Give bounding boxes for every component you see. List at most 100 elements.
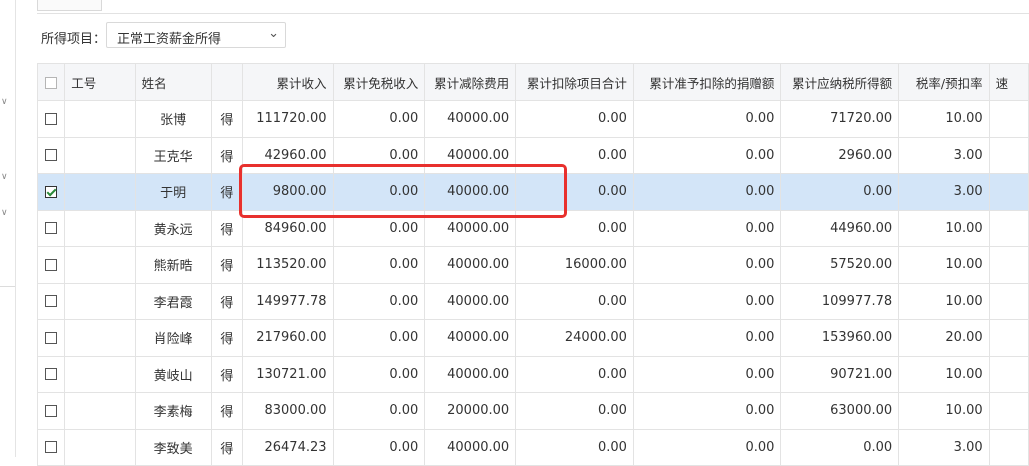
chevron-down-icon[interactable]: ∨ — [1, 97, 8, 107]
select-all-cell[interactable] — [36, 63, 66, 101]
row-checkbox[interactable] — [45, 222, 58, 235]
cell-income[interactable]: 217960.00 — [241, 319, 334, 357]
cell-id[interactable] — [64, 209, 136, 247]
cell-rate[interactable]: 3.00 — [898, 428, 990, 466]
col-header-special-total[interactable]: 累计扣除项目合计 — [515, 63, 634, 101]
cell-taxable[interactable]: 57520.00 — [780, 246, 900, 284]
row-select-cell[interactable] — [36, 428, 66, 466]
row-select-cell[interactable] — [36, 209, 66, 247]
cell-id[interactable] — [64, 319, 136, 357]
cell-donation[interactable]: 0.00 — [632, 209, 782, 247]
row-checkbox[interactable] — [45, 441, 58, 454]
cell-quick[interactable] — [988, 209, 1029, 247]
row-checkbox[interactable] — [45, 112, 58, 125]
cell-taxable[interactable]: 44960.00 — [780, 209, 900, 247]
cell-action[interactable]: 得 — [210, 392, 243, 430]
cell-action[interactable]: 得 — [210, 246, 243, 284]
col-header-donation[interactable]: 累计准予扣除的捐赠额 — [632, 63, 782, 101]
cell-special-total[interactable]: 0.00 — [515, 428, 634, 466]
table-row[interactable]: 黄岐山得 130721.00 0.00 40000.00 0.00 0.00 90721.0… — [36, 355, 1029, 393]
cell-name[interactable]: 于明 — [134, 173, 212, 211]
cell-name[interactable]: 李君霞 — [134, 282, 212, 320]
cell-deduction-fee[interactable]: 40000.00 — [424, 173, 517, 211]
cell-special-total[interactable]: 0.00 — [515, 173, 634, 211]
cell-income[interactable]: 111720.00 — [241, 100, 334, 138]
row-select-cell[interactable] — [36, 319, 66, 357]
cell-deduction-fee[interactable]: 40000.00 — [424, 355, 517, 393]
cell-income[interactable]: 130721.00 — [241, 355, 334, 393]
col-header-name[interactable]: 姓名 — [134, 63, 212, 101]
cell-taxable[interactable]: 0.00 — [780, 428, 900, 466]
cell-income[interactable]: 83000.00 — [241, 392, 334, 430]
cell-tax-free[interactable]: 0.00 — [332, 100, 426, 138]
cell-donation[interactable]: 0.00 — [632, 246, 782, 284]
cell-id[interactable] — [64, 246, 136, 284]
row-select-cell[interactable] — [36, 392, 66, 430]
cell-tax-free[interactable]: 0.00 — [332, 136, 426, 174]
cell-income[interactable]: 9800.00 — [241, 173, 334, 211]
table-row[interactable]: 于明得 9800.00 0.00 40000.00 0.00 0.00 0.00 3.00 — [36, 173, 1029, 211]
row-select-cell[interactable] — [36, 136, 66, 174]
cell-name[interactable]: 王克华 — [134, 136, 212, 174]
cell-tax-free[interactable]: 0.00 — [332, 282, 426, 320]
cell-rate[interactable]: 10.00 — [898, 355, 990, 393]
row-checkbox[interactable] — [45, 404, 58, 417]
row-checkbox[interactable] — [45, 185, 58, 198]
cell-rate[interactable]: 10.00 — [898, 392, 990, 430]
row-checkbox[interactable] — [45, 258, 58, 271]
cell-action[interactable]: 得 — [210, 282, 243, 320]
cell-name[interactable]: 熊新晧 — [134, 246, 212, 284]
cell-deduction-fee[interactable]: 40000.00 — [424, 100, 517, 138]
cell-tax-free[interactable]: 0.00 — [332, 209, 426, 247]
cell-taxable[interactable]: 0.00 — [780, 173, 900, 211]
cell-donation[interactable]: 0.00 — [632, 355, 782, 393]
cell-special-total[interactable]: 0.00 — [515, 100, 634, 138]
cell-income[interactable]: 113520.00 — [241, 246, 334, 284]
cell-rate[interactable]: 3.00 — [898, 136, 990, 174]
cell-quick[interactable] — [988, 428, 1029, 466]
cell-tax-free[interactable]: 0.00 — [332, 173, 426, 211]
table-row[interactable]: 张博得 111720.00 0.00 40000.00 0.00 0.00 71720.00… — [36, 100, 1029, 138]
cell-name[interactable]: 黄永远 — [134, 209, 212, 247]
cell-quick[interactable] — [988, 246, 1029, 284]
col-header-quick[interactable]: 速 — [988, 63, 1029, 101]
col-header-income[interactable]: 累计收入 — [241, 63, 334, 101]
row-select-cell[interactable] — [36, 355, 66, 393]
cell-donation[interactable]: 0.00 — [632, 392, 782, 430]
chevron-down-icon[interactable]: ∨ — [1, 208, 8, 218]
cell-quick[interactable] — [988, 355, 1029, 393]
row-select-cell[interactable] — [36, 246, 66, 284]
cell-deduction-fee[interactable]: 40000.00 — [424, 282, 517, 320]
cell-taxable[interactable]: 71720.00 — [780, 100, 900, 138]
cell-special-total[interactable]: 0.00 — [515, 355, 634, 393]
cell-deduction-fee[interactable]: 40000.00 — [424, 246, 517, 284]
cell-action[interactable]: 得 — [210, 428, 243, 466]
col-header-taxable[interactable]: 累计应纳税所得额 — [780, 63, 900, 101]
cell-rate[interactable]: 20.00 — [898, 319, 990, 357]
cell-special-total[interactable]: 0.00 — [515, 209, 634, 247]
cell-donation[interactable]: 0.00 — [632, 428, 782, 466]
cell-name[interactable]: 黄岐山 — [134, 355, 212, 393]
cell-action[interactable]: 得 — [210, 209, 243, 247]
col-header-id[interactable]: 工号 — [64, 63, 136, 101]
row-select-cell[interactable] — [36, 282, 66, 320]
cell-income[interactable]: 84960.00 — [241, 209, 334, 247]
cell-id[interactable] — [64, 355, 136, 393]
cell-quick[interactable] — [988, 282, 1029, 320]
cell-rate[interactable]: 10.00 — [898, 209, 990, 247]
row-select-cell[interactable] — [36, 173, 66, 211]
cell-deduction-fee[interactable]: 40000.00 — [424, 209, 517, 247]
cell-income[interactable]: 149977.78 — [241, 282, 334, 320]
row-checkbox[interactable] — [45, 295, 58, 308]
cell-action[interactable]: 得 — [210, 355, 243, 393]
cell-tax-free[interactable]: 0.00 — [332, 392, 426, 430]
cell-id[interactable] — [64, 173, 136, 211]
row-checkbox[interactable] — [45, 149, 58, 162]
row-checkbox[interactable] — [45, 331, 58, 344]
table-row[interactable]: 李君霞得 149977.78 0.00 40000.00 0.00 0.00 109977.… — [36, 282, 1029, 320]
chevron-down-icon[interactable]: ∨ — [1, 172, 8, 182]
cell-special-total[interactable]: 0.00 — [515, 136, 634, 174]
cell-tax-free[interactable]: 0.00 — [332, 428, 426, 466]
cell-rate[interactable]: 10.00 — [898, 282, 990, 320]
cell-deduction-fee[interactable]: 40000.00 — [424, 428, 517, 466]
